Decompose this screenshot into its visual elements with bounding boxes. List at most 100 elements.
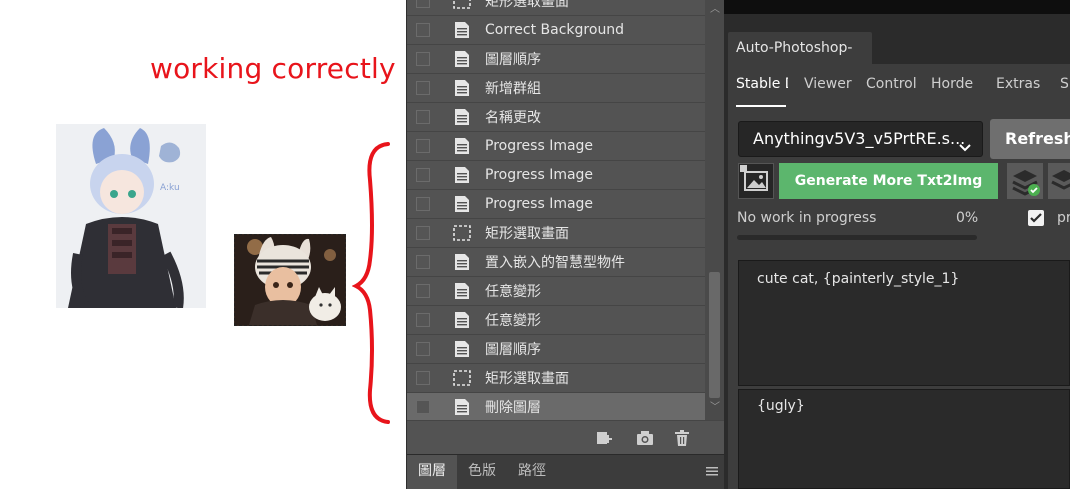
image-icon[interactable] bbox=[738, 163, 774, 199]
panel-menu-icon[interactable] bbox=[705, 464, 719, 478]
plugin-top-bar bbox=[724, 0, 1070, 14]
history-item[interactable]: Progress Image bbox=[407, 190, 705, 219]
history-item[interactable]: 矩形選取畫面 bbox=[407, 0, 705, 16]
document-icon bbox=[452, 107, 472, 127]
history-item-label: 矩形選取畫面 bbox=[485, 0, 569, 10]
document-icon bbox=[452, 165, 472, 185]
positive-prompt-textarea[interactable]: cute cat, {painterly_style_1} bbox=[738, 260, 1070, 386]
history-item[interactable]: Progress Image bbox=[407, 161, 705, 190]
history-item-label: Correct Background bbox=[485, 22, 625, 38]
history-item-label: Progress Image bbox=[485, 138, 594, 154]
model-select[interactable]: Anythingv5V3_v5PrtRE.s... bbox=[738, 121, 983, 157]
tab-layers[interactable]: 圖層 bbox=[407, 455, 457, 489]
history-item-label: 名稱更改 bbox=[485, 110, 541, 126]
history-item-label: 任意變形 bbox=[485, 284, 541, 300]
tab-controlnet[interactable]: ControlN bbox=[866, 76, 918, 92]
history-scrollbar[interactable]: ︿ ﹀ bbox=[705, 0, 725, 420]
history-snapshot-checkbox[interactable] bbox=[416, 226, 430, 240]
history-item-label: 任意變形 bbox=[485, 313, 541, 329]
history-snapshot-checkbox[interactable] bbox=[416, 139, 430, 153]
history-item[interactable]: Correct Background bbox=[407, 16, 705, 45]
history-snapshot-checkbox[interactable] bbox=[416, 23, 430, 37]
active-tab-underline bbox=[736, 105, 786, 107]
history-snapshot-checkbox[interactable] bbox=[416, 168, 430, 182]
trash-icon[interactable] bbox=[672, 428, 692, 448]
document-icon bbox=[452, 252, 472, 272]
history-snapshot-checkbox[interactable] bbox=[416, 197, 430, 211]
history-snapshot-checkbox[interactable] bbox=[416, 371, 430, 385]
history-item-label: 圖層順序 bbox=[485, 52, 541, 68]
cat-girl-thumbnail bbox=[234, 234, 346, 326]
refresh-button[interactable]: Refresh bbox=[990, 119, 1070, 159]
snapshot-camera-icon[interactable] bbox=[635, 428, 655, 448]
marquee-icon bbox=[452, 0, 472, 11]
auto-photoshop-sd-panel: Auto-Photoshop-SD Stable D Viewer Contro… bbox=[724, 14, 1070, 489]
scroll-up-arrow-icon[interactable]: ︿ bbox=[709, 4, 721, 16]
anime-character-thumbnail: A:ku bbox=[56, 124, 206, 308]
history-item-label: 新增群組 bbox=[485, 81, 541, 97]
annotation-text: working correctly bbox=[150, 52, 396, 85]
tab-extras[interactable]: Extras bbox=[996, 76, 1040, 92]
history-item-label: 置入嵌入的智慧型物件 bbox=[485, 255, 625, 271]
history-item[interactable]: 置入嵌入的智慧型物件 bbox=[407, 248, 705, 277]
history-item-label: 圖層順序 bbox=[485, 342, 541, 358]
history-snapshot-checkbox[interactable] bbox=[416, 400, 430, 414]
history-item-label: 刪除圖層 bbox=[485, 400, 541, 416]
document-icon bbox=[452, 20, 472, 40]
document-icon bbox=[452, 49, 472, 69]
history-toolbar bbox=[407, 420, 725, 454]
history-snapshot-checkbox[interactable] bbox=[416, 342, 430, 356]
history-list: 矩形選取畫面 Correct Background 圖層順序 新增群組 名稱更改 Prog… bbox=[407, 0, 705, 420]
history-item[interactable]: 圖層順序 bbox=[407, 45, 705, 74]
document-icon bbox=[452, 78, 472, 98]
history-snapshot-checkbox[interactable] bbox=[416, 255, 430, 269]
history-panel: 矩形選取畫面 Correct Background 圖層順序 新增群組 名稱更改 Prog… bbox=[406, 0, 725, 489]
negative-prompt-textarea[interactable]: {ugly} bbox=[738, 389, 1070, 489]
document-icon bbox=[452, 397, 472, 417]
marquee-icon bbox=[452, 223, 472, 243]
extra-option-checkbox[interactable] bbox=[1028, 210, 1044, 226]
history-item[interactable]: Progress Image bbox=[407, 132, 705, 161]
tab-stable-diffusion[interactable]: Stable D bbox=[736, 76, 788, 92]
layers-icon[interactable] bbox=[1048, 163, 1070, 199]
history-snapshot-checkbox[interactable] bbox=[416, 52, 430, 66]
history-item[interactable]: 圖層順序 bbox=[407, 335, 705, 364]
history-item-label: Progress Image bbox=[485, 167, 594, 183]
tab-settings[interactable]: S bbox=[1060, 76, 1070, 92]
layers-check-icon[interactable] bbox=[1007, 163, 1043, 199]
history-item[interactable]: 任意變形 bbox=[407, 306, 705, 335]
history-item[interactable]: 矩形選取畫面 bbox=[407, 364, 705, 393]
history-item[interactable]: 任意變形 bbox=[407, 277, 705, 306]
svg-text:A:ku: A:ku bbox=[160, 183, 180, 193]
history-snapshot-checkbox[interactable] bbox=[416, 0, 430, 8]
history-item[interactable]: 名稱更改 bbox=[407, 103, 705, 132]
generate-more-txt2img-button[interactable]: Generate More Txt2Img bbox=[779, 163, 998, 199]
history-snapshot-checkbox[interactable] bbox=[416, 313, 430, 327]
document-icon bbox=[452, 194, 472, 214]
progress-status-text: No work in progress bbox=[737, 210, 877, 226]
panel-tabs: 圖層 色版 路徑 bbox=[407, 454, 725, 489]
history-item[interactable]: 刪除圖層 bbox=[407, 393, 705, 420]
new-document-from-state-icon[interactable] bbox=[593, 428, 613, 448]
chevron-down-icon bbox=[958, 133, 972, 152]
tab-paths[interactable]: 路徑 bbox=[507, 455, 557, 489]
scroll-down-arrow-icon[interactable]: ﹀ bbox=[709, 402, 721, 414]
tab-viewer[interactable]: Viewer bbox=[804, 76, 852, 92]
progress-bar bbox=[737, 235, 977, 240]
history-item-label: Progress Image bbox=[485, 196, 594, 212]
history-item[interactable]: 新增群組 bbox=[407, 74, 705, 103]
history-snapshot-checkbox[interactable] bbox=[416, 284, 430, 298]
history-snapshot-checkbox[interactable] bbox=[416, 81, 430, 95]
history-item-label: 矩形選取畫面 bbox=[485, 226, 569, 242]
document-icon bbox=[452, 281, 472, 301]
history-snapshot-checkbox[interactable] bbox=[416, 110, 430, 124]
history-item[interactable]: 矩形選取畫面 bbox=[407, 219, 705, 248]
marquee-icon bbox=[452, 368, 472, 388]
model-select-value: Anythingv5V3_v5PrtRE.s... bbox=[753, 129, 966, 148]
document-icon bbox=[452, 136, 472, 156]
history-item-label: 矩形選取畫面 bbox=[485, 371, 569, 387]
tab-channels[interactable]: 色版 bbox=[457, 455, 507, 489]
plugin-title-tab[interactable]: Auto-Photoshop-SD bbox=[728, 32, 872, 88]
scroll-thumb[interactable] bbox=[709, 272, 720, 398]
tab-horde[interactable]: Horde bbox=[931, 76, 975, 92]
